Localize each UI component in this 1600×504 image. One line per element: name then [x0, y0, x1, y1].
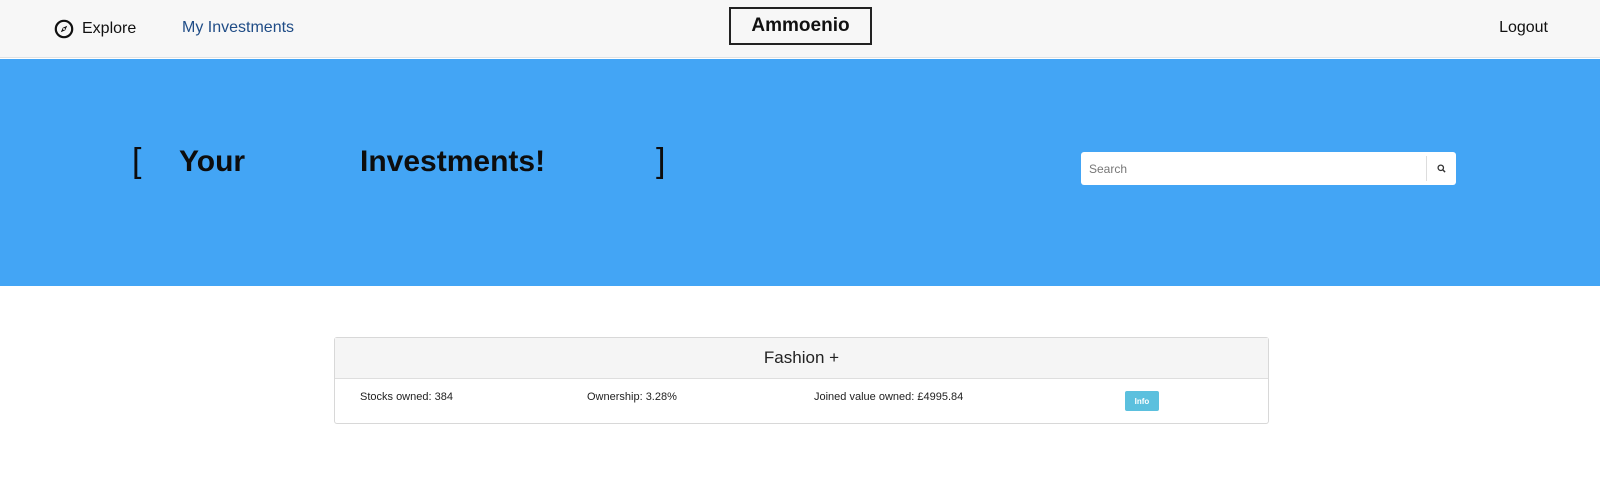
logout-link[interactable]: Logout	[1499, 19, 1548, 37]
brand-logo[interactable]: Ammoenio	[729, 7, 872, 45]
investment-card-title: Fashion +	[335, 338, 1268, 379]
investment-card-body: Stocks owned: 384 Ownership: 3.28% Joine…	[335, 379, 1268, 424]
nav-my-investments-link[interactable]: My Investments	[182, 19, 294, 37]
page: Explore My Investments Ammoenio Logout […	[0, 0, 1600, 504]
hero-word-investments: Investments!	[360, 145, 546, 178]
hero-word-your: Your	[179, 145, 246, 178]
hero-banner: [ Your Investments! ]	[0, 59, 1600, 286]
joined-value-owned: Joined value owned: £4995.84	[814, 391, 964, 403]
nav-explore-link[interactable]: Explore	[54, 18, 136, 40]
search-button[interactable]	[1427, 152, 1455, 185]
stocks-owned: Stocks owned: 384	[360, 391, 453, 403]
compass-icon	[54, 19, 74, 39]
nav-explore-label: Explore	[82, 20, 137, 37]
ownership-percent: Ownership: 3.28%	[587, 391, 677, 403]
search-input[interactable]	[1081, 152, 1426, 185]
top-navbar: Explore My Investments Ammoenio Logout	[0, 0, 1600, 58]
hero-bracket-open: [	[132, 142, 142, 180]
investment-card: Fashion + Stocks owned: 384 Ownership: 3…	[334, 337, 1269, 424]
hero-bracket-close: ]	[656, 142, 666, 180]
search-box	[1081, 152, 1456, 185]
info-button[interactable]: Info	[1125, 391, 1159, 411]
search-icon	[1436, 160, 1446, 178]
